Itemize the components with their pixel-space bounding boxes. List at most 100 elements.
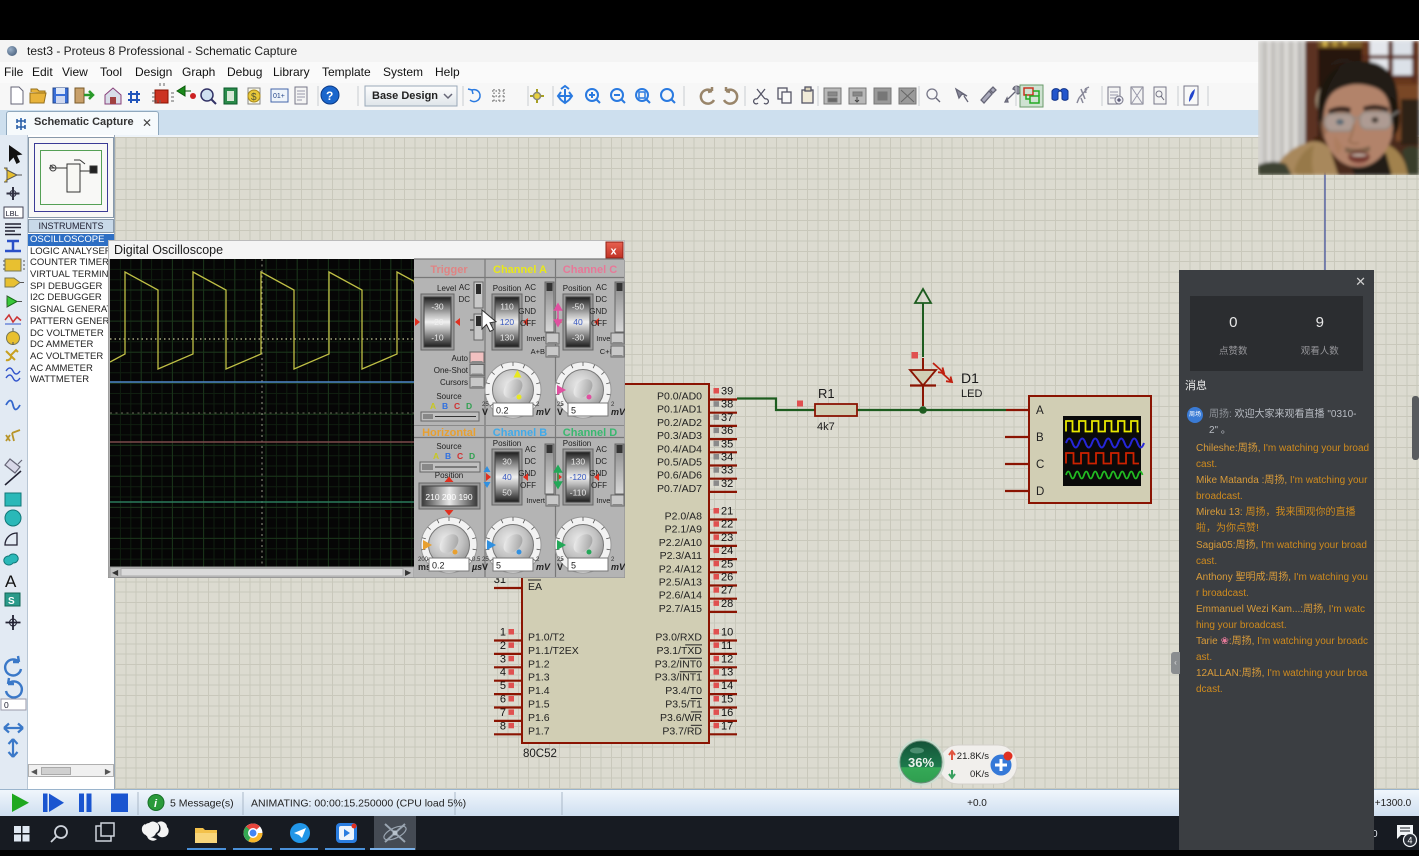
svg-text:AC: AC [596,283,607,292]
svg-text:AC: AC [459,283,470,292]
svg-text:120: 120 [500,317,514,327]
svg-text:37: 37 [721,412,733,424]
svg-text:mV: mV [611,562,625,572]
svg-text:Horizontal: Horizontal [422,427,476,439]
svg-text:AC: AC [596,445,607,454]
svg-text:5: 5 [571,561,576,571]
svg-text:V: V [482,407,488,417]
svg-text:OFF: OFF [591,481,607,490]
svg-text:2: 2 [500,640,506,652]
svg-text:P0.7/AD7: P0.7/AD7 [657,483,702,495]
svg-text:36%: 36% [908,755,934,770]
svg-text:P1.0/T2: P1.0/T2 [528,632,565,644]
svg-text:LED: LED [961,388,982,400]
svg-text:P3.5/T1: P3.5/T1 [665,699,702,711]
svg-text:mV: mV [536,407,551,417]
svg-text:36: 36 [721,425,733,437]
svg-text:Channel A: Channel A [493,264,547,276]
svg-text:▶: ▶ [405,568,412,577]
svg-text:-30: -30 [431,301,444,311]
svg-text:P0.3/AD3: P0.3/AD3 [657,430,702,442]
svg-text:GND: GND [589,469,607,478]
svg-text:A+B: A+B [531,347,545,356]
svg-text:Source: Source [436,392,462,401]
svg-text:0.2: 0.2 [432,561,445,571]
svg-text:Position: Position [563,284,591,293]
svg-text:130: 130 [500,333,514,343]
svg-text:Trigger: Trigger [430,264,468,276]
svg-text:V: V [557,562,563,572]
svg-text:+0.0: +0.0 [967,798,987,809]
svg-text:P3.3/INT1: P3.3/INT1 [655,672,702,684]
svg-text:V: V [557,407,563,417]
svg-text:22: 22 [721,519,733,531]
svg-text:DC: DC [595,295,607,304]
svg-text:B: B [442,401,448,411]
svg-text:Position: Position [493,284,521,293]
svg-text:-120: -120 [569,472,586,482]
svg-text:80C52: 80C52 [523,748,557,760]
svg-text:25: 25 [721,558,733,570]
svg-text:P1.1/T2EX: P1.1/T2EX [528,645,579,657]
svg-text:x: x [611,246,618,258]
svg-text:P1.2: P1.2 [528,658,550,670]
svg-text:Digital Oscilloscope: Digital Oscilloscope [114,243,223,257]
svg-text:OFF: OFF [520,319,536,328]
svg-text:+1300.0: +1300.0 [1375,798,1412,809]
svg-text:V: V [482,562,488,572]
svg-text:P2.6/A14: P2.6/A14 [659,590,702,602]
svg-text:0K/s: 0K/s [970,769,989,780]
svg-text:C: C [454,401,460,411]
svg-text:P1.4: P1.4 [528,685,550,697]
svg-text:P1.5: P1.5 [528,699,550,711]
svg-text:OFF: OFF [520,481,536,490]
svg-text:P0.6/AD6: P0.6/AD6 [657,470,702,482]
svg-text:-50: -50 [572,301,585,311]
svg-text:27: 27 [721,585,733,597]
svg-text:17: 17 [721,720,733,732]
svg-text:DC: DC [595,457,607,466]
svg-text:OFF: OFF [591,319,607,328]
svg-text:P0.5/AD5: P0.5/AD5 [657,457,702,469]
svg-text:DC: DC [524,457,536,466]
svg-text:0.2: 0.2 [496,406,509,416]
svg-text:34: 34 [721,452,733,464]
svg-text:1: 1 [500,627,506,639]
svg-text:7: 7 [500,707,506,719]
svg-text:21.8K/s: 21.8K/s [957,751,989,762]
svg-text:5 Message(s): 5 Message(s) [170,798,234,810]
svg-text:16: 16 [721,707,733,719]
svg-text:5: 5 [500,680,506,692]
svg-text:Source: Source [436,442,462,451]
svg-text:Position: Position [493,439,521,448]
svg-text:P0.0/AD0: P0.0/AD0 [657,391,702,403]
svg-text:B: B [1036,432,1044,444]
svg-text:B: B [445,451,451,461]
svg-text:P1.7: P1.7 [528,725,550,737]
svg-text:15: 15 [721,694,733,706]
svg-text:10: 10 [721,627,733,639]
svg-text:P2.0/A8: P2.0/A8 [665,511,703,523]
svg-text:P1.6: P1.6 [528,712,550,724]
svg-text:40: 40 [502,472,512,482]
svg-text:mV: mV [536,562,551,572]
svg-text:40: 40 [573,317,583,327]
svg-text:D: D [469,451,475,461]
svg-text:21: 21 [721,506,733,518]
svg-text:Cursors: Cursors [440,378,468,387]
svg-text:A: A [430,401,436,411]
svg-text:Channel B: Channel B [493,427,547,439]
svg-text:ANIMATING: 00:00:15.250000 (CP: ANIMATING: 00:00:15.250000 (CPU load 5%) [251,798,466,810]
svg-text:P2.3/A11: P2.3/A11 [660,550,703,562]
svg-text:P2.4/A12: P2.4/A12 [659,563,702,575]
svg-text:P3.4/T0: P3.4/T0 [665,685,702,697]
svg-text:26: 26 [721,572,733,584]
svg-text:5: 5 [571,406,576,416]
svg-text:-110: -110 [570,488,587,498]
svg-text:P3.0/RXD: P3.0/RXD [655,632,702,644]
svg-text:33: 33 [721,465,733,477]
svg-text:P2.1/A9: P2.1/A9 [665,524,703,536]
svg-text:13: 13 [721,667,733,679]
svg-text:39: 39 [721,386,733,398]
svg-text:Invert: Invert [526,334,546,343]
